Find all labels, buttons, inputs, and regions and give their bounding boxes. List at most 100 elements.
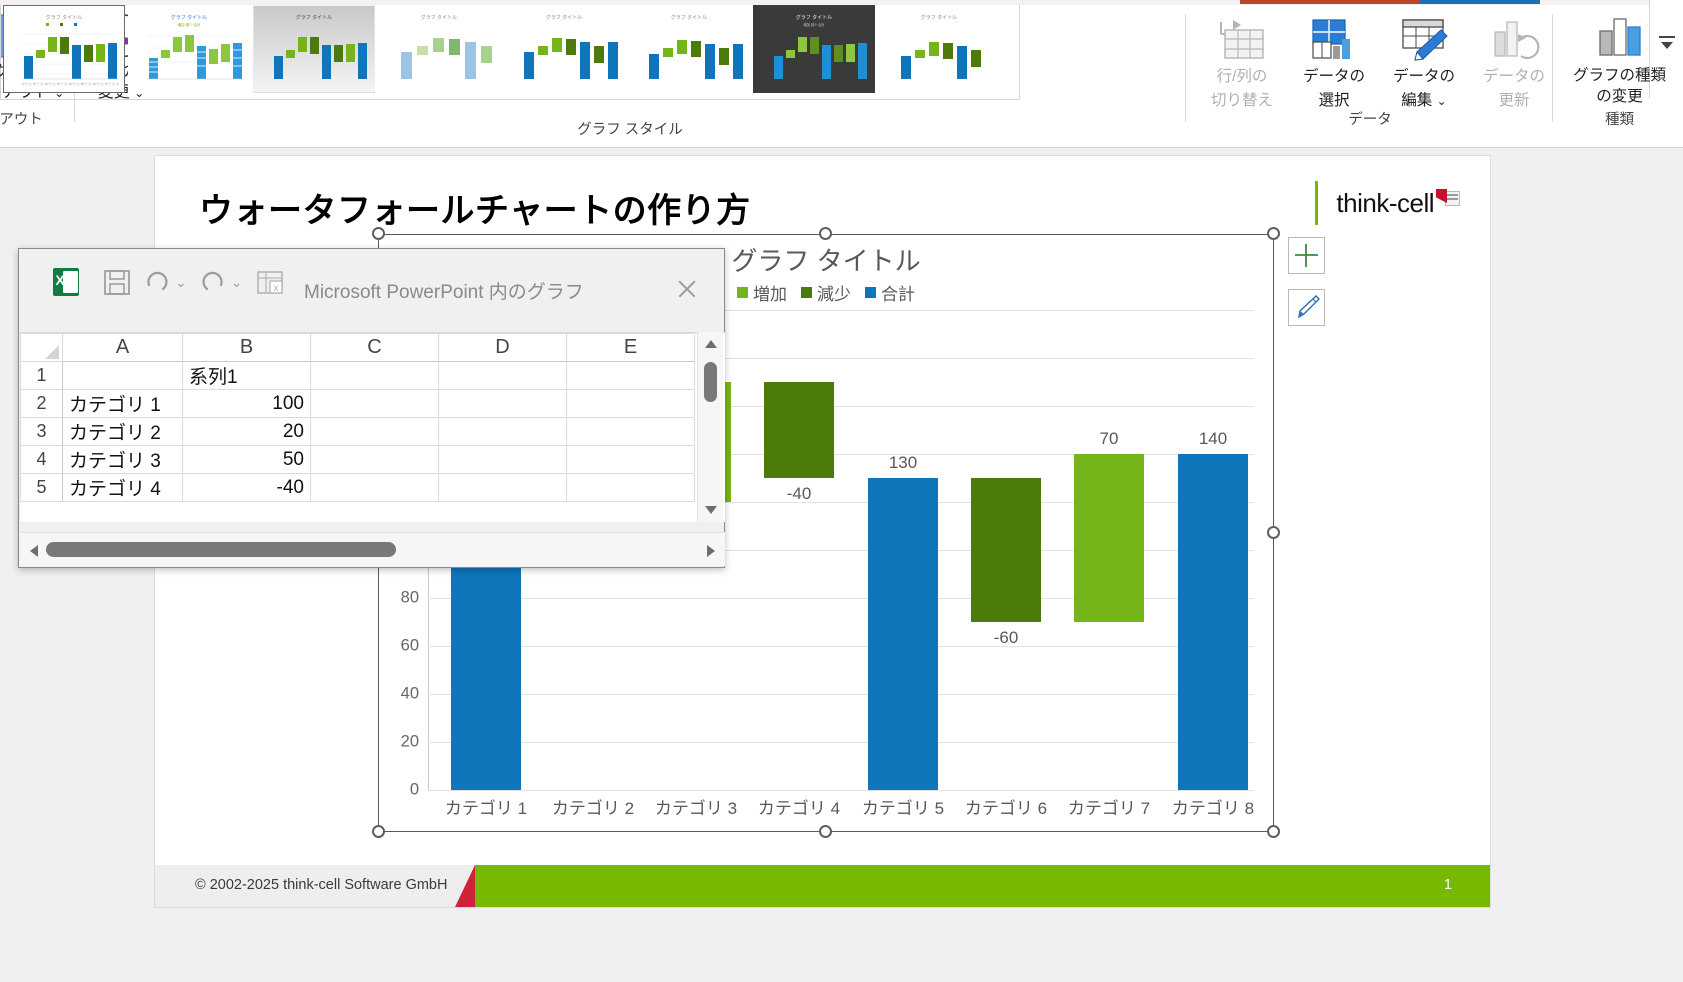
excel-cell-e4[interactable] bbox=[566, 445, 695, 474]
chart-styles-gallery[interactable]: グラフ タイトル カテゴリ1 カテゴリ2 カテゴリ3 カテゴリ4 カテゴリ5 カ… bbox=[0, 0, 1683, 100]
chevron-down-icon[interactable]: ⌄ bbox=[1437, 94, 1447, 108]
excel-cell-a4[interactable]: カテゴリ 3 bbox=[62, 445, 183, 474]
excel-cell-b5[interactable]: -40 bbox=[182, 473, 311, 502]
legend-item-decrease[interactable]: 減少 bbox=[801, 280, 851, 305]
select-data-label-line1: データの bbox=[1302, 68, 1365, 85]
chart-style-thumbnail-2[interactable]: グラフ タイトル 増加 減少 合計 bbox=[128, 5, 250, 93]
svg-text:増加 減少 合計: 増加 減少 合計 bbox=[804, 22, 826, 27]
paintbrush-icon bbox=[1298, 295, 1320, 319]
excel-cell-b1[interactable]: 系列1 bbox=[182, 361, 311, 390]
excel-col-header-d[interactable]: D bbox=[438, 333, 567, 362]
excel-cell-a5[interactable]: カテゴリ 4 bbox=[62, 473, 183, 502]
excel-row-header-5[interactable]: 5 bbox=[20, 473, 63, 502]
bar-category-7[interactable] bbox=[1074, 454, 1144, 622]
excel-mini-window[interactable]: X ⌄ ⌄ x Microsoft PowerPoint 内のグラフ A B C… bbox=[18, 248, 725, 568]
excel-row-header-1[interactable]: 1 bbox=[20, 361, 63, 390]
excel-row-header-3[interactable]: 3 bbox=[20, 417, 63, 446]
excel-col-header-a[interactable]: A bbox=[62, 333, 183, 362]
change-chart-type-icon[interactable] bbox=[1596, 13, 1646, 64]
chart-style-thumbnail-5[interactable]: グラフ タイトル bbox=[503, 5, 625, 93]
excel-vertical-scrollbar[interactable] bbox=[697, 332, 723, 522]
legend-swatch-increase bbox=[737, 287, 748, 298]
excel-cell-a3[interactable]: カテゴリ 2 bbox=[62, 417, 183, 446]
x-axis-label-5: カテゴリ 5 bbox=[861, 799, 945, 818]
excel-cell-b2[interactable]: 100 bbox=[182, 389, 311, 418]
excel-col-header-e[interactable]: E bbox=[566, 333, 695, 362]
excel-cell-a1[interactable] bbox=[62, 361, 183, 390]
edit-data-button[interactable]: データの 編集 ⌄ bbox=[1380, 13, 1468, 123]
excel-cell-d1[interactable] bbox=[438, 361, 567, 390]
excel-cell-c4[interactable] bbox=[310, 445, 439, 474]
excel-cell-a2[interactable]: カテゴリ 1 bbox=[62, 389, 183, 418]
data-label-category-4: -40 bbox=[786, 484, 812, 503]
excel-cell-b4[interactable]: 50 bbox=[182, 445, 311, 474]
excel-col-header-c[interactable]: C bbox=[310, 333, 439, 362]
excel-row-header-2[interactable]: 2 bbox=[20, 389, 63, 418]
excel-cell-d5[interactable] bbox=[438, 473, 567, 502]
x-axis-label-6: カテゴリ 6 bbox=[964, 799, 1048, 818]
scroll-down-icon[interactable] bbox=[705, 506, 717, 514]
chart-style-thumbnail-7[interactable]: グラフ タイトル 増加 減少 合計 bbox=[753, 5, 875, 93]
excel-cell-e3[interactable] bbox=[566, 417, 695, 446]
excel-horizontal-scrollbar[interactable] bbox=[20, 532, 725, 566]
bar-category-8[interactable] bbox=[1178, 454, 1248, 790]
redo-button[interactable] bbox=[195, 265, 237, 299]
y-axis-tick-20: 20 bbox=[400, 732, 419, 751]
slide-footer: © 2002-2025 think-cell Software GmbH 1 bbox=[155, 865, 1490, 907]
x-axis-label-4: カテゴリ 4 bbox=[757, 799, 841, 818]
edit-data-label-line1: データの bbox=[1392, 68, 1455, 85]
chart-style-thumbnail-3[interactable]: グラフ タイトル bbox=[253, 5, 375, 93]
excel-cell-c1[interactable] bbox=[310, 361, 439, 390]
excel-cell-d4[interactable] bbox=[438, 445, 567, 474]
svg-text:グラフ タイトル: グラフ タイトル bbox=[671, 14, 707, 21]
chart-style-thumbnail-1[interactable]: グラフ タイトル カテゴリ1 カテゴリ2 カテゴリ3 カテゴリ4 カテゴリ5 カ… bbox=[3, 5, 125, 93]
excel-app-icon: X bbox=[51, 267, 81, 297]
legend-swatch-total bbox=[865, 287, 876, 298]
chart-style-thumbnail-4[interactable]: グラフ タイトル bbox=[378, 5, 500, 93]
save-button[interactable] bbox=[97, 265, 139, 299]
excel-cell-b3[interactable]: 20 bbox=[182, 417, 311, 446]
undo-button[interactable] bbox=[139, 265, 181, 299]
ribbon-group-data: 行/列の 切り替え データの 選択 データの 編集 ⌄ データの 更新 データ bbox=[1190, 5, 1550, 133]
open-in-excel-button[interactable]: x bbox=[250, 265, 292, 299]
excel-cell-e5[interactable] bbox=[566, 473, 695, 502]
excel-cell-d2[interactable] bbox=[438, 389, 567, 418]
change-chart-type-label[interactable]: グラフの種類 の変更 bbox=[1556, 65, 1683, 107]
bar-category-6[interactable] bbox=[971, 478, 1041, 622]
chart-style-thumbnail-6[interactable]: グラフ タイトル bbox=[628, 5, 750, 93]
legend-item-total[interactable]: 合計 bbox=[865, 280, 915, 305]
excel-cell-d3[interactable] bbox=[438, 417, 567, 446]
excel-cell-c5[interactable] bbox=[310, 473, 439, 502]
excel-row-1: 1 系列1 bbox=[20, 361, 695, 390]
switch-row-column-button[interactable]: 行/列の 切り替え bbox=[1198, 13, 1286, 123]
scroll-right-icon[interactable] bbox=[707, 545, 715, 557]
excel-cell-e2[interactable] bbox=[566, 389, 695, 418]
excel-grid[interactable]: A B C D E 1 系列1 2 カテゴリ 1 100 3 カテゴリ 2 20… bbox=[20, 332, 725, 522]
excel-data-table[interactable]: A B C D E 1 系列1 2 カテゴリ 1 100 3 カテゴリ 2 20… bbox=[20, 333, 695, 502]
excel-cell-e1[interactable] bbox=[566, 361, 695, 390]
bar-category-1[interactable] bbox=[451, 550, 521, 790]
refresh-data-button[interactable]: データの 更新 bbox=[1470, 13, 1558, 123]
excel-titlebar[interactable]: X ⌄ ⌄ x Microsoft PowerPoint 内のグラフ bbox=[19, 249, 724, 331]
horizontal-scroll-thumb[interactable] bbox=[46, 542, 396, 557]
excel-cell-c3[interactable] bbox=[310, 417, 439, 446]
vertical-scroll-thumb[interactable] bbox=[704, 362, 717, 402]
chart-elements-button[interactable] bbox=[1288, 237, 1325, 274]
data-label-category-8: 140 bbox=[1198, 429, 1228, 448]
bar-category-4[interactable] bbox=[764, 382, 834, 478]
scroll-left-icon[interactable] bbox=[30, 545, 38, 557]
y-axis-tick-0: 0 bbox=[409, 780, 419, 799]
legend-item-increase[interactable]: 増加 bbox=[737, 280, 787, 305]
excel-col-header-b[interactable]: B bbox=[182, 333, 311, 362]
select-data-button[interactable]: データの 選択 bbox=[1290, 13, 1378, 123]
excel-select-all-corner[interactable] bbox=[20, 333, 63, 362]
chart-styles-group-title: グラフ スタイル bbox=[577, 122, 683, 138]
excel-cell-c2[interactable] bbox=[310, 389, 439, 418]
bar-category-5[interactable] bbox=[868, 478, 938, 790]
chart-style-thumbnail-8[interactable]: グラフ タイトル bbox=[878, 5, 1000, 93]
close-icon[interactable] bbox=[668, 271, 708, 307]
slide-title[interactable]: ウォータフォールチャートの作り方 bbox=[199, 183, 751, 232]
excel-row-header-4[interactable]: 4 bbox=[20, 445, 63, 474]
chart-styles-button[interactable] bbox=[1288, 289, 1325, 326]
scroll-up-icon[interactable] bbox=[705, 340, 717, 348]
